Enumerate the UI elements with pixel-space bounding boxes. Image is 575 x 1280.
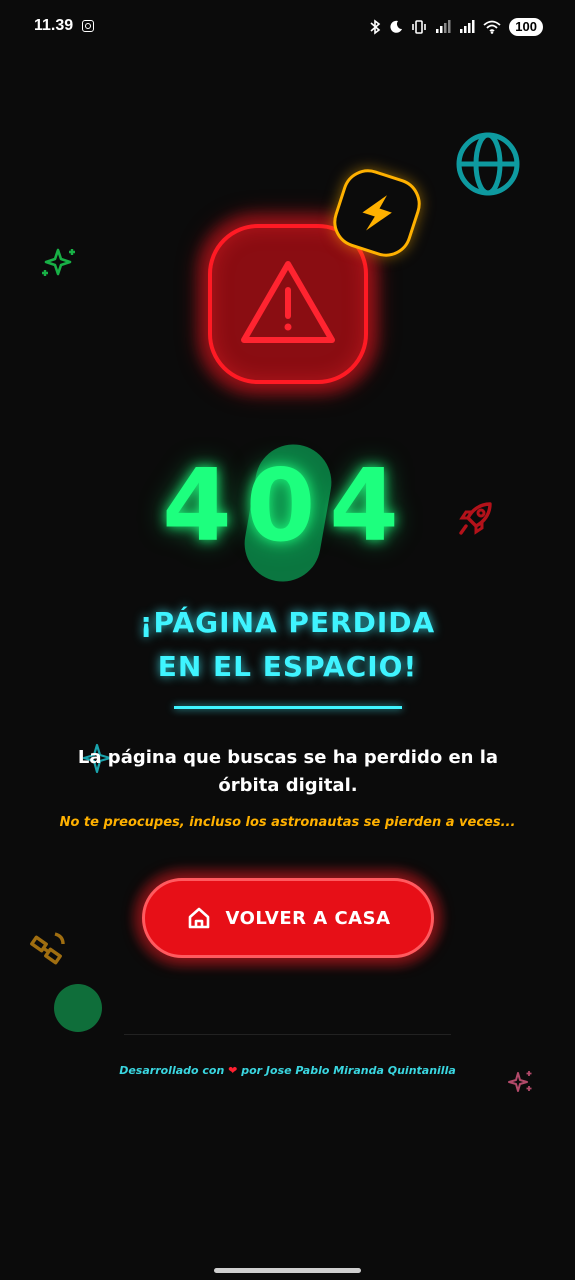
home-button[interactable]: VOLVER A CASA [142,878,434,958]
globe-icon [456,132,520,196]
satellite-icon [30,932,65,965]
lightning-icon [362,195,392,231]
footer-divider [124,1034,451,1035]
description: La página que buscas se ha perdido en la… [77,747,499,796]
home-icon [188,907,209,929]
signal-icon [460,20,475,33]
page-title-line1: ¡PÁGINA PERDIDA [139,606,436,639]
battery-icon: 100 [509,18,543,36]
moon-icon [390,20,403,33]
wifi-icon [483,20,501,34]
footer-credit: Desarrollado con ❤ por Jose Pablo Mirand… [0,1064,575,1077]
footer-prefix: Desarrollado con [119,1064,225,1077]
footer-suffix: por Jose Pablo Miranda Quintanilla [241,1064,456,1077]
status-icons: 100 [369,16,543,38]
planet-circle [54,984,102,1032]
warning-icon [241,261,335,343]
heart-icon: ❤ [228,1064,238,1077]
instagram-icon [82,20,94,32]
status-bar: 11.39 100 [0,0,575,54]
bluetooth-icon [370,19,381,35]
title-underline [174,706,402,709]
hint-text: No te preocupes, incluso los astronautas… [59,815,516,830]
page-title-line2: EN EL ESPACIO! [157,650,418,683]
vibrate-icon [412,20,427,34]
signal-icon [436,20,451,33]
status-time: 11.39 [34,17,74,34]
gesture-nav-handle[interactable] [214,1268,361,1273]
home-button-label: VOLVER A CASA [225,907,391,929]
sparkles-icon [42,248,75,276]
error-code: 404 [162,447,413,564]
